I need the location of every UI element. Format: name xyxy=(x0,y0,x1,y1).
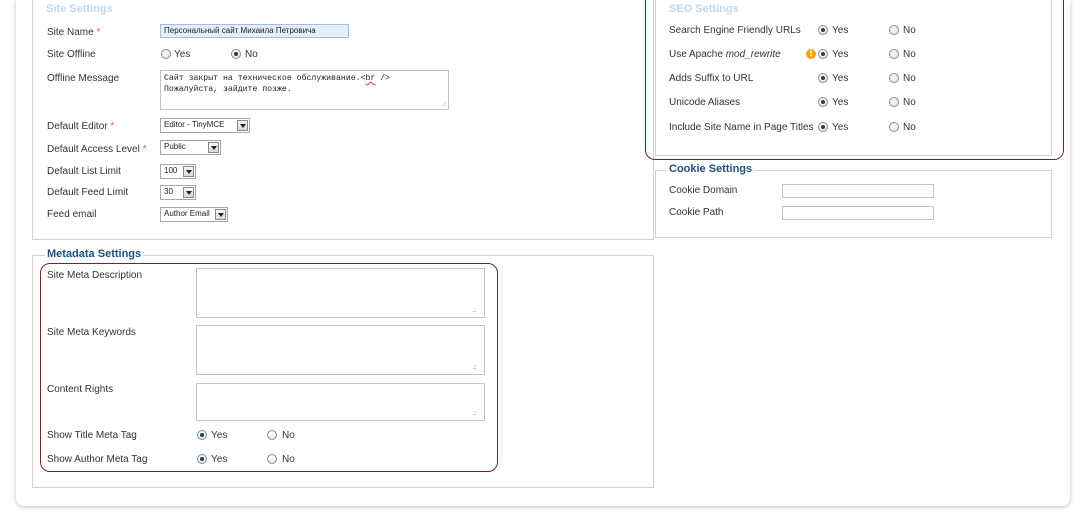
cookie-settings-legend: Cookie Settings xyxy=(667,163,755,175)
cookie-path-label: Cookie Path xyxy=(669,207,724,218)
default-feed-limit-label: Default Feed Limit xyxy=(47,187,129,198)
site-meta-description-label: Site Meta Description xyxy=(47,270,143,281)
cookie-domain-input[interactable] xyxy=(782,184,934,198)
chevron-down-icon xyxy=(215,209,226,220)
site-offline-no-radio[interactable] xyxy=(231,49,241,59)
site-offline-label: Site Offline xyxy=(47,49,96,60)
chevron-down-icon xyxy=(183,187,194,198)
include-site-name-no-radio[interactable] xyxy=(889,122,899,132)
mod-rewrite-no-label: No xyxy=(903,49,916,60)
show-title-meta-tag-no-radio[interactable] xyxy=(267,430,277,440)
content-rights-label: Content Rights xyxy=(47,384,114,395)
site-settings-legend: Site Settings xyxy=(44,3,115,15)
show-author-meta-tag-no-label: No xyxy=(282,454,295,465)
adds-suffix-yes-radio[interactable] xyxy=(818,73,828,83)
default-list-limit-label: Default List Limit xyxy=(47,166,121,177)
site-offline-yes-radio[interactable] xyxy=(161,49,171,59)
show-author-meta-tag-no-radio[interactable] xyxy=(267,454,277,464)
offline-message-line2: Пожалуйста, зайдите позже. xyxy=(164,85,292,94)
show-title-meta-tag-label: Show Title Meta Tag xyxy=(47,430,137,441)
warning-icon[interactable]: ! xyxy=(806,49,816,59)
chevron-down-icon xyxy=(208,142,219,153)
resize-grip-icon[interactable]: .:: xyxy=(472,410,477,417)
show-title-meta-tag-yes-radio[interactable] xyxy=(197,430,207,440)
site-meta-keywords-textarea[interactable] xyxy=(196,325,485,375)
metadata-settings-legend: Metadata Settings xyxy=(45,248,144,260)
sef-urls-no-radio[interactable] xyxy=(889,25,899,35)
site-name-label: Site Name * xyxy=(47,27,101,38)
include-site-name-no-label: No xyxy=(903,122,916,133)
show-author-meta-tag-yes-radio[interactable] xyxy=(197,454,207,464)
include-site-name-yes-label: Yes xyxy=(832,122,849,133)
show-title-meta-tag-yes-label: Yes xyxy=(211,430,228,441)
include-site-name-label: Include Site Name in Page Titles xyxy=(669,122,814,133)
sef-urls-no-label: No xyxy=(903,25,916,36)
adds-suffix-label: Adds Suffix to URL xyxy=(669,73,754,84)
sef-urls-label: Search Engine Friendly URLs xyxy=(669,25,801,36)
default-access-level-value: Public xyxy=(164,142,186,151)
unicode-aliases-label: Unicode Aliases xyxy=(669,97,741,108)
mod-rewrite-yes-label: Yes xyxy=(832,49,849,60)
default-access-level-label: Default Access Level * xyxy=(47,144,147,155)
offline-message-label: Offline Message xyxy=(47,73,120,84)
mod-rewrite-no-radio[interactable] xyxy=(889,49,899,59)
default-editor-label: Default Editor * xyxy=(47,121,115,132)
site-name-input[interactable]: Персональный сайт Михаила Петровича xyxy=(160,24,349,38)
feed-email-select[interactable]: Author Email xyxy=(160,207,228,222)
offline-message-line1: Сайт закрыт на техническое обслуживание.… xyxy=(164,74,391,83)
mod-rewrite-yes-radio[interactable] xyxy=(818,49,828,59)
unicode-aliases-yes-label: Yes xyxy=(832,97,849,108)
unicode-aliases-yes-radio[interactable] xyxy=(818,97,828,107)
default-editor-value: Editor - TinyMCE xyxy=(164,120,225,129)
cookie-settings-panel xyxy=(655,170,1052,238)
cookie-domain-label: Cookie Domain xyxy=(669,185,738,196)
cookie-path-input[interactable] xyxy=(782,206,934,220)
default-feed-limit-value: 30 xyxy=(164,187,173,196)
mod-rewrite-label: Use Apache mod_rewrite xyxy=(669,49,781,60)
resize-grip-icon[interactable]: .:: xyxy=(442,101,447,108)
chevron-down-icon xyxy=(237,120,248,131)
default-feed-limit-select[interactable]: 30 xyxy=(160,185,196,200)
seo-settings-legend: SEO Settings xyxy=(667,3,741,15)
sef-urls-yes-label: Yes xyxy=(832,25,849,36)
feed-email-value: Author Email xyxy=(164,209,210,218)
unicode-aliases-no-label: No xyxy=(903,97,916,108)
adds-suffix-yes-label: Yes xyxy=(832,73,849,84)
show-author-meta-tag-yes-label: Yes xyxy=(211,454,228,465)
chevron-down-icon xyxy=(183,166,194,177)
site-meta-description-textarea[interactable] xyxy=(196,268,485,318)
default-editor-select[interactable]: Editor - TinyMCE xyxy=(160,118,250,133)
adds-suffix-no-radio[interactable] xyxy=(889,73,899,83)
default-list-limit-value: 100 xyxy=(164,166,178,175)
content-rights-textarea[interactable] xyxy=(196,383,485,421)
resize-grip-icon[interactable]: .:: xyxy=(472,364,477,371)
site-offline-yes-label: Yes xyxy=(174,49,191,60)
site-meta-keywords-label: Site Meta Keywords xyxy=(47,327,136,338)
adds-suffix-no-label: No xyxy=(903,73,916,84)
settings-canvas: Site Settings Site Name * Персональный с… xyxy=(16,0,1070,506)
include-site-name-yes-radio[interactable] xyxy=(818,122,828,132)
sef-urls-yes-radio[interactable] xyxy=(818,25,828,35)
show-title-meta-tag-no-label: No xyxy=(282,430,295,441)
show-author-meta-tag-label: Show Author Meta Tag xyxy=(47,454,148,465)
resize-grip-icon[interactable]: .:: xyxy=(472,307,477,314)
site-offline-no-label: No xyxy=(245,49,258,60)
default-list-limit-select[interactable]: 100 xyxy=(160,164,196,179)
offline-message-textarea[interactable]: Сайт закрыт на техническое обслуживание.… xyxy=(160,70,449,110)
unicode-aliases-no-radio[interactable] xyxy=(889,97,899,107)
feed-email-label: Feed email xyxy=(47,209,97,220)
default-access-level-select[interactable]: Public xyxy=(160,140,221,155)
